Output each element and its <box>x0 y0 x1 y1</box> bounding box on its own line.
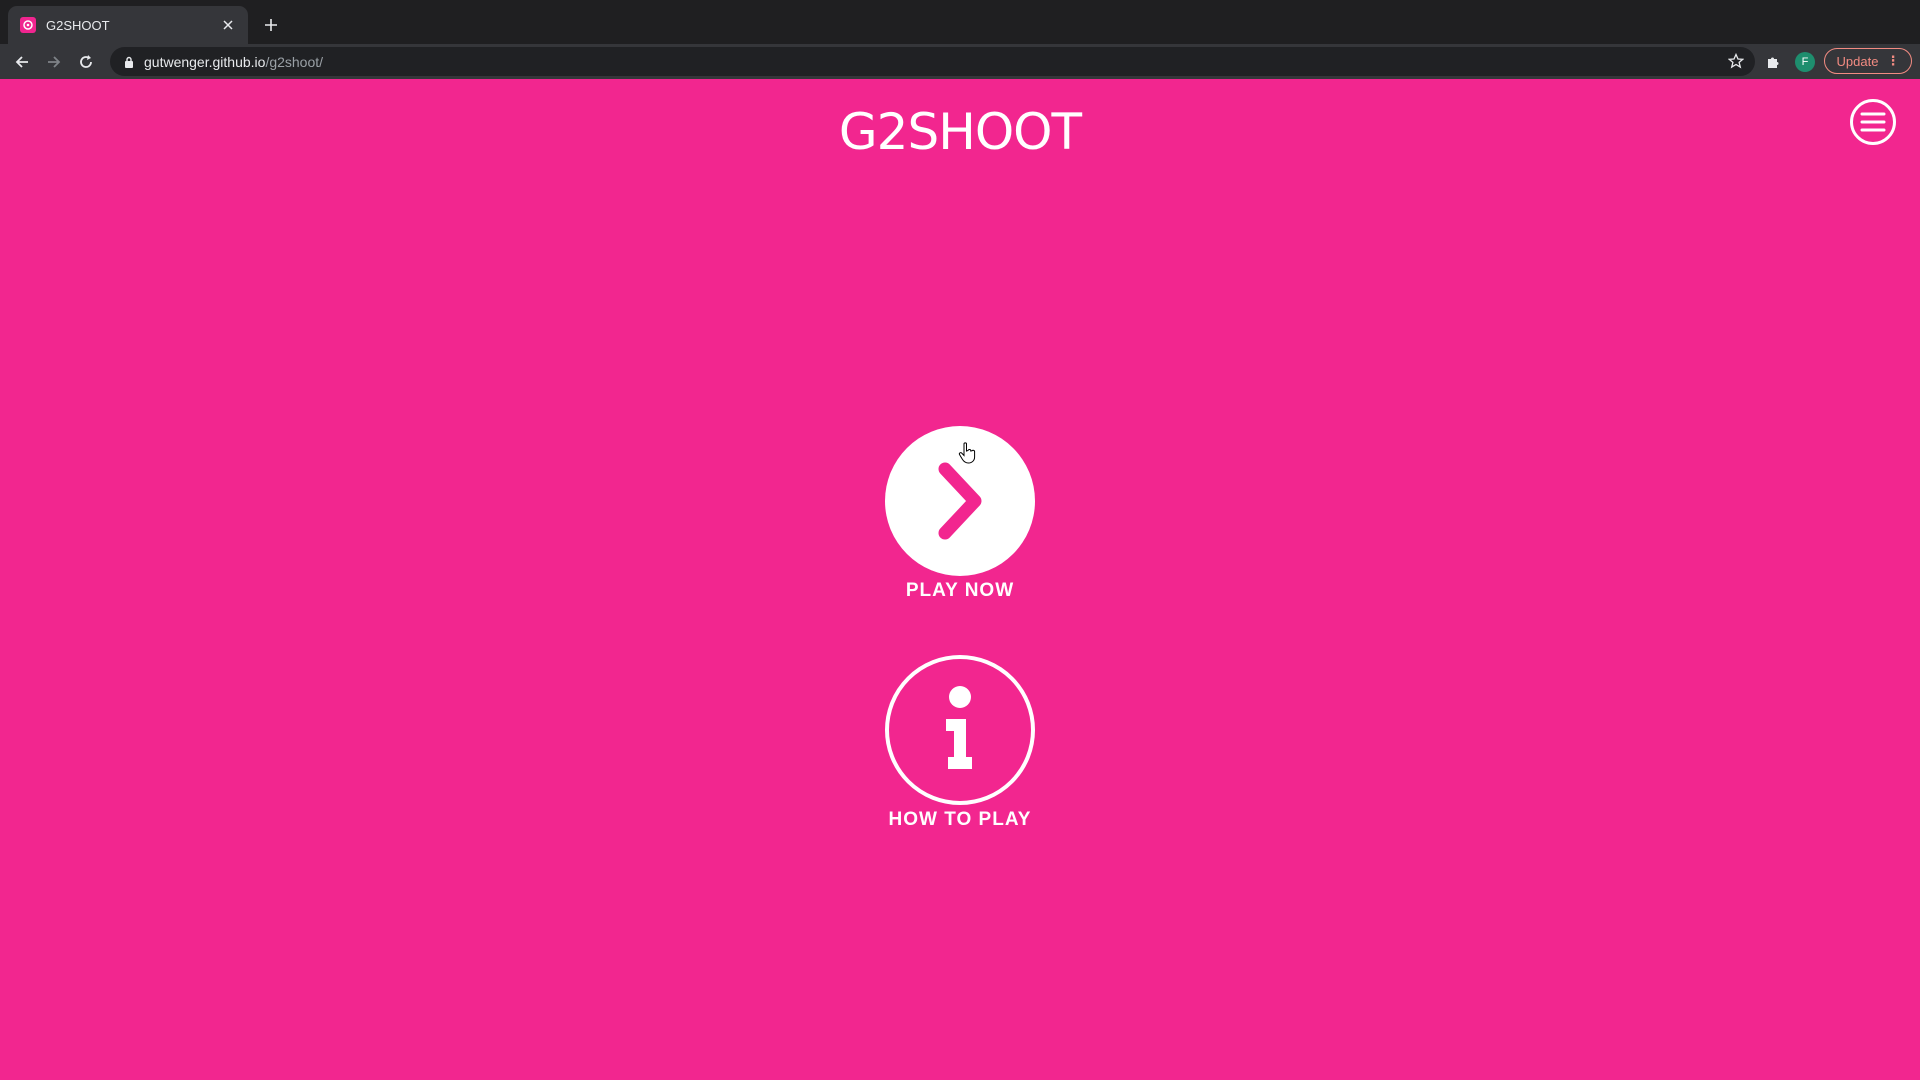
browser-tab[interactable]: G2SHOOT <box>8 6 248 44</box>
reload-icon[interactable] <box>72 48 100 76</box>
address-bar[interactable]: gutwenger.github.io/g2shoot/ <box>110 47 1755 76</box>
play-now-label[interactable]: PLAY NOW <box>800 580 1120 602</box>
tab-strip: G2SHOOT <box>0 0 1920 44</box>
game-favicon-icon <box>20 17 36 33</box>
star-icon[interactable] <box>1727 52 1745 70</box>
hand-cursor-icon <box>958 442 976 464</box>
chevron-right-icon <box>938 462 982 540</box>
update-button[interactable]: Update ⋮ <box>1824 48 1912 74</box>
browser-toolbar: gutwenger.github.io/g2shoot/ F Update ⋮ <box>0 44 1920 79</box>
forward-arrow-icon[interactable] <box>40 48 68 76</box>
info-icon <box>946 686 972 769</box>
page-title: G2SHOOT <box>838 103 1082 161</box>
how-to-play-button[interactable] <box>885 655 1035 805</box>
profile-avatar[interactable]: F <box>1795 52 1815 72</box>
back-arrow-icon[interactable] <box>8 48 36 76</box>
close-icon[interactable] <box>218 15 238 35</box>
lock-icon <box>122 55 136 69</box>
tab-title: G2SHOOT <box>46 17 110 33</box>
browser-chrome: G2SHOOT gutwenger.github.io/g2shoot/ F U… <box>0 0 1920 79</box>
more-menu-icon[interactable]: ⋮ <box>1886 53 1899 69</box>
update-label: Update <box>1836 53 1879 69</box>
url-text: gutwenger.github.io/g2shoot/ <box>144 54 323 70</box>
puzzle-icon[interactable] <box>1762 51 1784 73</box>
plus-icon[interactable] <box>258 12 284 38</box>
url-path: /g2shoot/ <box>265 53 324 70</box>
url-host: gutwenger.github.io <box>144 53 266 70</box>
game-page: G2SHOOT PLAY NOW HOW TO PLAY <box>0 79 1920 1080</box>
how-to-play-label[interactable]: HOW TO PLAY <box>800 809 1120 831</box>
hamburger-icon[interactable] <box>1850 99 1896 145</box>
